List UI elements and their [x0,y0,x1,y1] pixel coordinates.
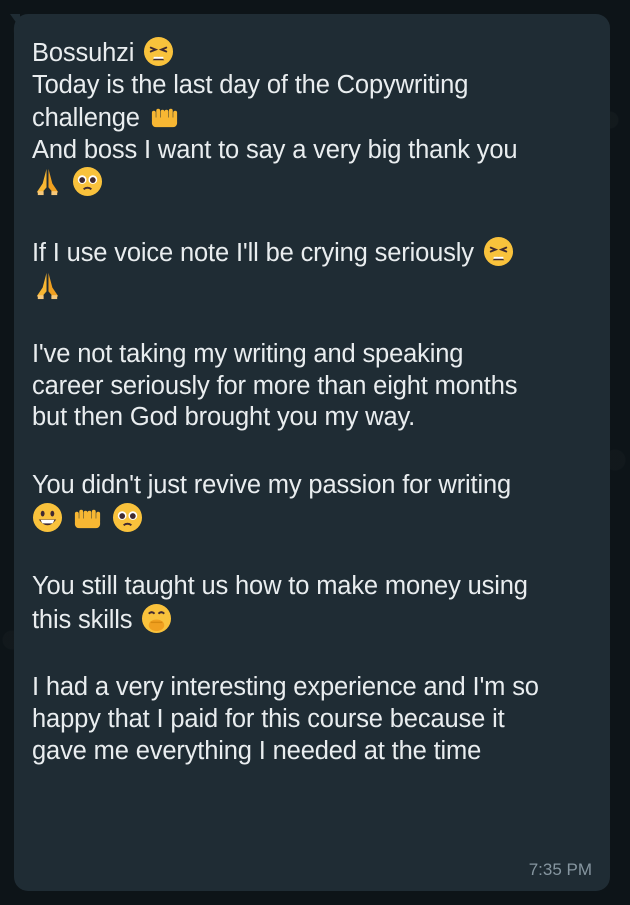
message-bubble[interactable]: Bossuhzi Today is the last day of the Co… [10,14,610,891]
message-line: gave me everything I needed at the time [32,736,482,765]
message-line: And boss I want to say a very big thank … [32,135,518,164]
grinning-face-emoji [32,502,63,533]
message-timestamp: 7:35 PM [528,860,592,879]
message-line: Today is the last day of the Copywriting [32,70,469,99]
tired-face-emoji [483,236,514,267]
raising-hands-emoji [149,101,180,132]
message-line: You still taught us how to make money us… [32,572,528,601]
tired-face-emoji [143,36,174,67]
hand-over-mouth-emoji [141,603,172,634]
pleading-face-emoji [112,502,143,533]
message-line: happy that I paid for this course becaus… [32,704,505,733]
message-line [32,270,592,304]
message-line: challenge [32,101,592,135]
message-line: career seriously for more than eight mon… [32,371,518,400]
message-line: this skills [32,603,592,637]
folded-hands-emoji [32,270,63,301]
message-text: Bossuhzi Today is the last day of the Co… [32,36,592,767]
bubble-tail [10,14,20,28]
pleading-face-emoji [72,166,103,197]
message-line: but then God brought you my way. [32,403,416,432]
message-line: Bossuhzi [32,36,592,70]
message-line: I had a very interesting experience and … [32,673,539,702]
message-line [32,502,592,536]
raising-hands-emoji [72,502,103,533]
folded-hands-emoji [32,166,63,197]
message-line: If I use voice note I'll be crying serio… [32,236,592,270]
message-line: I've not taking my writing and speaking [32,340,464,369]
message-line: You didn't just revive my passion for wr… [32,470,512,499]
message-line [32,166,592,200]
